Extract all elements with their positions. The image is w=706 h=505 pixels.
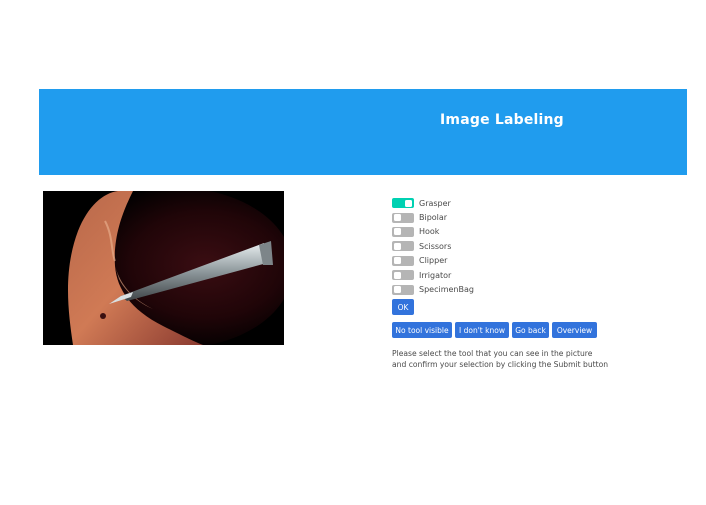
tool-label: Grasper bbox=[419, 198, 451, 208]
tool-option-irrigator[interactable]: Irrigator bbox=[392, 268, 474, 282]
instructions-line: and confirm your selection by clicking t… bbox=[392, 360, 609, 369]
toggle-switch[interactable] bbox=[392, 255, 414, 266]
tool-label: SpecimenBag bbox=[419, 285, 474, 295]
tool-label: Irrigator bbox=[419, 270, 452, 280]
tool-label: Bipolar bbox=[419, 213, 448, 223]
toggle-switch[interactable] bbox=[392, 212, 414, 223]
tool-option-scissors[interactable]: Scissors bbox=[392, 239, 474, 253]
tool-label: Hook bbox=[419, 227, 440, 237]
tool-option-clipper[interactable]: Clipper bbox=[392, 254, 474, 268]
tool-option-hook[interactable]: Hook bbox=[392, 225, 474, 239]
dont-know-button[interactable]: I don't know bbox=[455, 322, 509, 338]
instructions-text: Please select the tool that you can see … bbox=[392, 348, 608, 370]
go-back-button[interactable]: Go back bbox=[512, 322, 549, 338]
page-title: Image Labeling bbox=[440, 112, 564, 128]
ok-button[interactable]: OK bbox=[392, 299, 414, 315]
tool-label: Scissors bbox=[419, 241, 452, 251]
toggle-switch[interactable] bbox=[392, 198, 414, 209]
tool-label: Clipper bbox=[419, 256, 448, 266]
toggle-switch[interactable] bbox=[392, 241, 414, 252]
instructions-line: Please select the tool that you can see … bbox=[392, 349, 593, 358]
toggle-switch[interactable] bbox=[392, 226, 414, 237]
page-header bbox=[39, 89, 687, 175]
overview-button[interactable]: Overview bbox=[552, 322, 597, 338]
tool-option-bipolar[interactable]: Bipolar bbox=[392, 210, 474, 224]
toggle-switch[interactable] bbox=[392, 270, 414, 281]
tool-list: Grasper Bipolar Hook Scissors Clipper Ir… bbox=[392, 196, 474, 297]
no-tool-visible-button[interactable]: No tool visible bbox=[392, 322, 452, 338]
tool-option-specimenbag[interactable]: SpecimenBag bbox=[392, 282, 474, 296]
endoscopic-scene bbox=[43, 191, 284, 345]
tool-option-grasper[interactable]: Grasper bbox=[392, 196, 474, 210]
toggle-switch[interactable] bbox=[392, 284, 414, 295]
surgical-image bbox=[43, 191, 284, 345]
